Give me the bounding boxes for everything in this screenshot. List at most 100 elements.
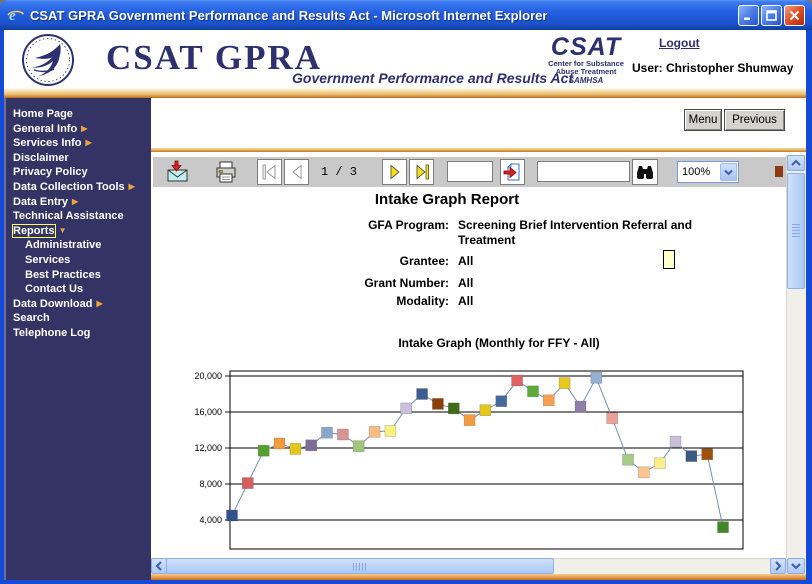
field-label: Grantee:	[301, 254, 458, 269]
intake-chart: 20,00016,00012,0008,0004,000	[195, 368, 751, 554]
previous-page-button[interactable]	[284, 159, 309, 185]
sidebar-item-label: Technical Assistance	[13, 210, 124, 222]
sidebar-item-best-practices[interactable]: Best Practices	[6, 268, 151, 283]
image-placeholder-box	[663, 250, 675, 269]
chevron-down-icon	[720, 163, 737, 181]
bottom-gold-stripe	[151, 574, 806, 580]
report-field-row: Grant Number:All	[301, 276, 781, 291]
scroll-thumb-grip	[353, 563, 367, 571]
submenu-right-arrow-icon: ▶	[72, 197, 78, 206]
sidebar-item-data-entry[interactable]: Data Entry▶	[6, 195, 151, 210]
scroll-left-button[interactable]	[151, 558, 167, 574]
scroll-up-button[interactable]	[787, 155, 805, 171]
goto-page-button[interactable]	[500, 159, 525, 185]
sidebar-item-label: Services Info	[13, 137, 81, 149]
sidebar-item-services[interactable]: Services	[6, 253, 151, 268]
goto-page-icon	[503, 162, 523, 182]
sidebar-item-contact-us[interactable]: Contact Us	[6, 282, 151, 297]
sidebar-item-home-page[interactable]: Home Page	[6, 107, 151, 122]
hhs-logo-icon	[20, 32, 76, 88]
sidebar-item-label: Data Collection Tools	[13, 181, 125, 193]
scroll-down-button[interactable]	[787, 558, 805, 574]
chevron-down-icon	[791, 562, 801, 570]
last-page-button[interactable]	[409, 159, 434, 185]
report-field-row: Modality:All	[301, 294, 781, 309]
sidebar-item-technical-assistance[interactable]: Technical Assistance	[6, 209, 151, 224]
sidebar-item-general-info[interactable]: General Info▶	[6, 122, 151, 137]
sidebar-item-telephone-log[interactable]: Telephone Log	[6, 326, 151, 341]
svg-text:12,000: 12,000	[195, 443, 222, 453]
browser-window: e CSAT GPRA Government Performance and R…	[0, 0, 812, 584]
chevron-up-icon	[791, 159, 801, 167]
sidebar-item-label: Reports	[13, 225, 55, 237]
svg-text:4,000: 4,000	[199, 515, 222, 525]
print-button[interactable]	[213, 160, 239, 184]
sidebar-item-reports[interactable]: Reports ▼	[6, 224, 151, 239]
sidebar-item-label: Telephone Log	[13, 327, 90, 339]
brand-title: CSAT GPRA	[106, 38, 322, 78]
goto-page-input[interactable]	[447, 161, 493, 182]
sidebar-item-label: Contact Us	[25, 283, 83, 295]
find-binoculars-icon	[635, 163, 655, 181]
submenu-right-arrow-icon: ▶	[96, 299, 102, 308]
previous-page-icon	[288, 163, 306, 181]
sidebar-item-services-info[interactable]: Services Info ▶	[6, 136, 151, 151]
maximize-button[interactable]	[761, 5, 782, 26]
zoom-value: 100%	[678, 166, 720, 178]
logout-link[interactable]: Logout	[659, 36, 700, 50]
previous-button[interactable]: Previous	[724, 109, 785, 131]
search-text-input[interactable]	[537, 161, 630, 182]
report-fields: GFA Program:Screening Brief Intervention…	[301, 218, 781, 309]
app-header: CSAT GPRA Government Performance and Res…	[4, 30, 806, 88]
sidebar-item-data-collection-tools[interactable]: Data Collection Tools ▶	[6, 180, 151, 195]
export-button[interactable]	[165, 160, 191, 184]
csat-logo-line2: Abuse Treatment	[541, 68, 631, 76]
first-page-button[interactable]	[257, 159, 282, 185]
report-toolbar: 1 / 3	[153, 157, 786, 187]
sidebar-item-search[interactable]: Search	[6, 311, 151, 326]
svg-text:16,000: 16,000	[195, 407, 222, 417]
csat-logo-acronym: CSAT	[541, 34, 631, 60]
print-icon	[214, 160, 238, 184]
sidebar-item-data-download[interactable]: Data Download▶	[6, 297, 151, 312]
vertical-scrollbar[interactable]	[786, 155, 806, 574]
report-field-row: GFA Program:Screening Brief Intervention…	[301, 218, 781, 248]
minimize-button[interactable]	[738, 5, 759, 26]
sidebar-item-label: Services	[25, 254, 70, 266]
sidebar-item-privacy-policy[interactable]: Privacy Policy	[6, 165, 151, 180]
sidebar-item-label: Home Page	[13, 108, 73, 120]
zoom-select[interactable]: 100%	[677, 161, 739, 183]
window-titlebar[interactable]: e CSAT GPRA Government Performance and R…	[0, 0, 812, 30]
report-page: Intake Graph Report GFA Program:Screenin…	[151, 187, 786, 558]
next-page-icon	[386, 163, 404, 181]
sidebar-item-administrative[interactable]: Administrative	[6, 238, 151, 253]
csat-logo-org: SAMHSA	[541, 76, 631, 86]
svg-text:20,000: 20,000	[195, 371, 222, 381]
main-content: Menu Previous	[151, 98, 806, 580]
menu-button[interactable]: Menu	[684, 109, 722, 131]
horizontal-scroll-thumb[interactable]	[166, 558, 554, 574]
horizontal-scrollbar[interactable]	[151, 558, 786, 574]
field-value: All	[458, 294, 713, 309]
next-page-button[interactable]	[382, 159, 407, 185]
field-label: GFA Program:	[301, 218, 458, 233]
chevron-right-icon	[774, 561, 782, 571]
scroll-right-button[interactable]	[770, 558, 786, 574]
scroll-thumb-grip	[792, 224, 800, 238]
logged-in-user: User: Christopher Shumway	[632, 61, 793, 75]
csat-logo: CSAT Center for Substance Abuse Treatmen…	[541, 34, 631, 86]
find-button[interactable]	[632, 159, 658, 185]
sidebar-item-label: Disclaimer	[13, 152, 69, 164]
page-indicator: 1 / 3	[311, 165, 367, 179]
submenu-down-arrow-icon: ▼	[59, 226, 67, 235]
sidebar-item-disclaimer[interactable]: Disclaimer	[6, 151, 151, 166]
export-icon	[166, 160, 190, 184]
window-title: CSAT GPRA Government Performance and Res…	[30, 8, 738, 23]
content-gold-divider	[151, 148, 806, 152]
field-label: Grant Number:	[301, 276, 458, 291]
chevron-left-icon	[155, 561, 163, 571]
submenu-right-arrow-icon: ▶	[129, 182, 135, 191]
close-button[interactable]	[784, 5, 805, 26]
vertical-scroll-thumb[interactable]	[787, 173, 805, 289]
submenu-right-arrow-icon: ▶	[85, 138, 91, 147]
